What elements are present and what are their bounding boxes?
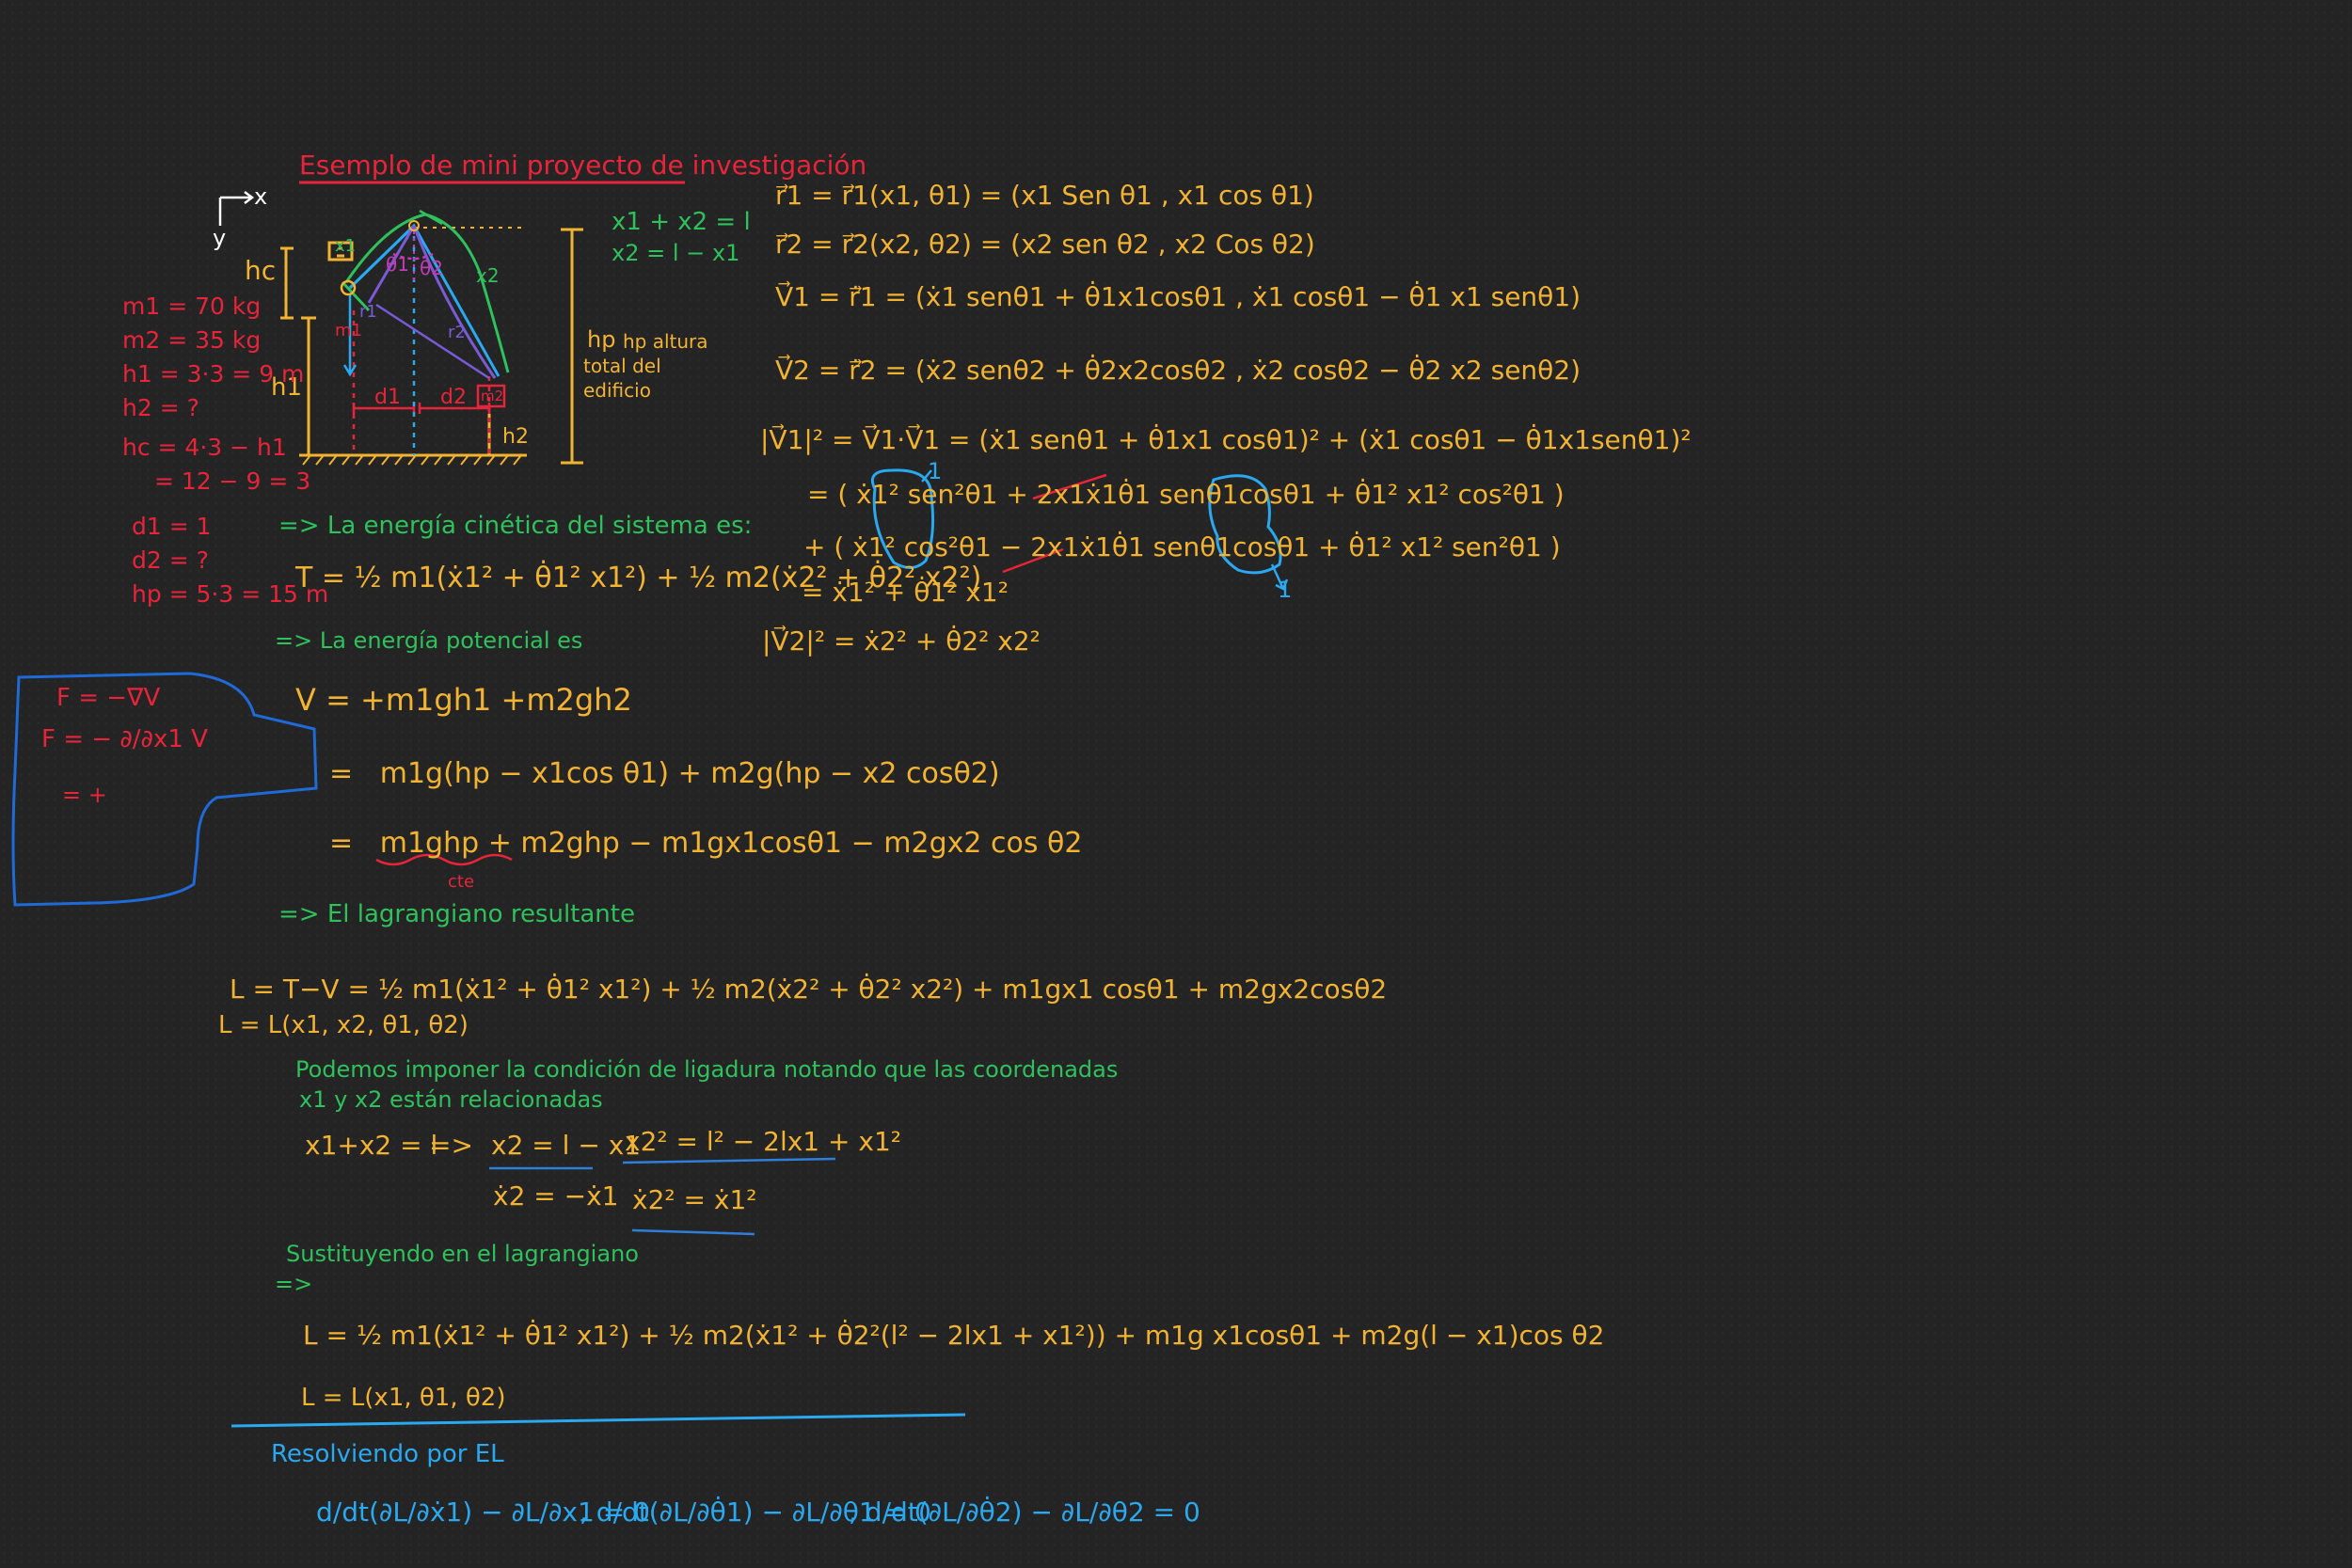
potential-eq-3: = m1ghp + m2ghp − m1gx1cosθ1 − m2gx2 cos… bbox=[329, 827, 1083, 860]
label-hc: hc bbox=[245, 255, 277, 286]
identity-one-bottom: 1 bbox=[1278, 577, 1293, 603]
position-r2: r⃗2 = r⃗2(x2, θ2) = (x2 sen θ2 , x2 Cos … bbox=[775, 229, 1315, 260]
ground-line bbox=[299, 453, 527, 466]
euler-lagrange-heading: Resolviendo por EL bbox=[271, 1440, 504, 1468]
label-m1: m1 bbox=[335, 321, 362, 341]
constraint-eq-x2-squared: x2² = l² − 2lx1 + x1² bbox=[625, 1126, 901, 1157]
label-r1: r1 bbox=[359, 302, 377, 322]
lagrangian-equation: L = T−V = ½ m1(ẋ1² + θ̇1² x1²) + ½ m2(ẋ2… bbox=[230, 974, 1388, 1005]
label-d2: d2 bbox=[440, 386, 467, 409]
constraint-eq-x2-dot: ẋ2 = −ẋ1 bbox=[493, 1180, 619, 1212]
constraint-eq-sum: x1+x2 = l bbox=[305, 1130, 438, 1161]
potential-eq-1: V = +m1gh1 +m2gh2 bbox=[295, 682, 632, 718]
speed-v1-result: = ẋ1² + θ̇1² x1² bbox=[802, 577, 1009, 608]
expanded-term-2: + ( ẋ1² cos²θ1 − 2x1ẋ1θ̇1 senθ1cosθ1 + θ… bbox=[803, 531, 1561, 562]
label-r2: r2 bbox=[448, 323, 466, 342]
speed-squared-v1: |V⃗1|² = V⃗1·V⃗1 = (ẋ1 senθ1 + θ̇1x1 cos… bbox=[760, 424, 1692, 455]
given-hc-value: = 12 − 9 = 3 bbox=[154, 467, 311, 495]
altura-line-1: hp altura bbox=[623, 330, 708, 353]
label-d1: d1 bbox=[374, 386, 401, 409]
label-theta2: θ2 bbox=[420, 257, 443, 279]
constraint-sum: x1 + x2 = l bbox=[612, 208, 751, 236]
velocity-v1: V⃗1 = r⃗̇1 = (ẋ1 senθ1 + θ̇1x1cosθ1 , ẋ1… bbox=[775, 281, 1581, 312]
position-r1: r⃗1 = r⃗1(x1, θ1) = (x1 Sen θ1 , x1 cos … bbox=[775, 180, 1314, 211]
force-gradient: F = −∇V bbox=[56, 684, 161, 712]
given-m2: m2 = 35 kg bbox=[122, 326, 262, 354]
constraint-eq-x2-dot-squared: ẋ2² = ẋ1² bbox=[632, 1184, 757, 1215]
page-title: Esemplo de mini proyecto de investigació… bbox=[299, 150, 867, 181]
given-hc: hc = 4·3 − h1 bbox=[122, 434, 287, 461]
potential-eq-2: = m1g(hp − x1cos θ1) + m2g(hp − x2 cosθ2… bbox=[329, 757, 1000, 790]
velocity-v2: V⃗2 = r⃗̇2 = (ẋ2 senθ2 + θ̇2x2cosθ2 , ẋ2… bbox=[775, 355, 1581, 386]
label-x1: x1 bbox=[335, 236, 357, 256]
label-h2: h2 bbox=[502, 425, 529, 449]
constraint-x2: x2 = l − x1 bbox=[612, 240, 740, 266]
underline-x2sq bbox=[622, 1157, 836, 1164]
lagrangian-heading: => El lagrangiano resultante bbox=[278, 900, 635, 928]
force-result: = + bbox=[62, 782, 107, 808]
substitution-arrow: => bbox=[275, 1271, 313, 1297]
section-divider bbox=[230, 1413, 966, 1428]
speed-v2-result: |V⃗2|² = ẋ2² + θ̇2² x2² bbox=[762, 626, 1041, 657]
constraint-eq-x2: x2 = l − x1 bbox=[491, 1130, 642, 1161]
force-partial: F = − ∂/∂x1 V bbox=[41, 725, 208, 753]
label-x2: x2 bbox=[476, 264, 500, 287]
constraint-text-2: x1 y x2 están relacionadas bbox=[299, 1086, 603, 1113]
substitution-heading: Sustituyendo en el lagrangiano bbox=[286, 1241, 639, 1267]
potential-heading: => La energía potencial es bbox=[275, 627, 583, 654]
el-equation-theta2: , d/dt(∂L/∂θ̇2) − ∂L/∂θ2 = 0 bbox=[849, 1497, 1200, 1528]
substituted-variables: L = L(x1, θ1, θ2) bbox=[301, 1384, 506, 1412]
axes-icon bbox=[218, 191, 255, 226]
given-h1: h1 = 3·3 = 9 m bbox=[122, 360, 305, 388]
lagrangian-variables: L = L(x1, x2, θ1, θ2) bbox=[218, 1011, 469, 1039]
altura-line-3: edificio bbox=[583, 379, 651, 402]
identity-one-top: 1 bbox=[928, 458, 943, 484]
label-theta1: θ1 bbox=[386, 253, 409, 276]
axis-x-label: x bbox=[254, 183, 268, 210]
axis-y-label: y bbox=[213, 225, 227, 251]
underline-x2dot bbox=[631, 1228, 755, 1236]
given-m1: m1 = 70 kg bbox=[122, 293, 262, 320]
constraint-text-1: Podemos imponer la condición de ligadura… bbox=[295, 1056, 1119, 1083]
label-m2: m2 bbox=[481, 388, 504, 404]
expanded-term-1: = ( ẋ1² sen²θ1 + 2x1ẋ1θ̇1 senθ1cosθ1 + θ… bbox=[807, 479, 1565, 510]
given-h2: h2 = ? bbox=[122, 394, 199, 421]
implies-arrow: => bbox=[429, 1130, 473, 1161]
kinetic-heading: => La energía cinética del sistema es: bbox=[278, 512, 753, 540]
cte-label: cte bbox=[448, 872, 475, 892]
altura-line-2: total del bbox=[583, 355, 661, 377]
substituted-lagrangian: L = ½ m1(ẋ1² + θ̇1² x1²) + ½ m2(ẋ1² + θ̇… bbox=[303, 1320, 1605, 1351]
altura-note: hp altura total del edificio bbox=[583, 329, 708, 403]
